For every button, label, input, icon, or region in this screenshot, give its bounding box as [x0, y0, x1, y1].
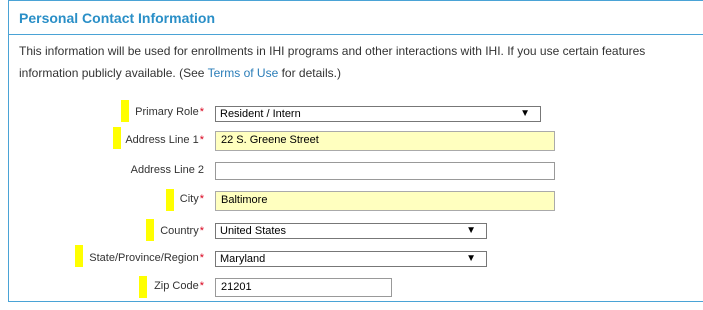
address-line-2-input[interactable]: [215, 162, 555, 180]
primary-role-value: Resident / Intern: [220, 108, 301, 120]
highlight-marker: [146, 219, 154, 241]
primary-role-select[interactable]: Resident / Intern ▼: [215, 106, 541, 122]
country-value: United States: [220, 225, 287, 237]
zip-code-input[interactable]: 21201: [215, 278, 392, 297]
highlight-marker: [166, 189, 174, 211]
highlight-marker: [75, 245, 83, 267]
address-line-1-input[interactable]: 22 S. Greene Street: [215, 131, 555, 151]
dropdown-arrow-icon: ▼: [466, 253, 476, 264]
country-label: Country*: [160, 225, 204, 237]
section-title: Personal Contact Information: [19, 10, 216, 26]
country-select[interactable]: United States ▼: [215, 223, 487, 239]
city-label: City*: [179, 193, 204, 205]
description-line-2: information publicly available. (See Ter…: [19, 62, 703, 84]
address-line-1-label: Address Line 1*: [125, 134, 204, 146]
highlight-marker: [113, 127, 121, 149]
section-divider: [8, 34, 703, 35]
highlight-marker: [139, 276, 147, 298]
description-text: information publicly available. (See: [19, 66, 208, 80]
address-line-2-label: Address Line 2: [130, 164, 204, 176]
primary-role-label: Primary Role*: [135, 106, 204, 118]
terms-of-use-link[interactable]: Terms of Use: [208, 66, 279, 80]
dropdown-arrow-icon: ▼: [520, 108, 530, 119]
dropdown-arrow-icon: ▼: [466, 225, 476, 236]
city-input[interactable]: Baltimore: [215, 191, 555, 211]
zip-code-label: Zip Code*: [154, 280, 204, 292]
state-select[interactable]: Maryland ▼: [215, 251, 487, 267]
section-description: This information will be used for enroll…: [19, 40, 703, 84]
state-label: State/Province/Region*: [89, 252, 204, 264]
description-text-end: for details.): [278, 66, 341, 80]
highlight-marker: [121, 100, 129, 122]
state-value: Maryland: [220, 253, 266, 265]
description-line-1: This information will be used for enroll…: [19, 44, 646, 58]
